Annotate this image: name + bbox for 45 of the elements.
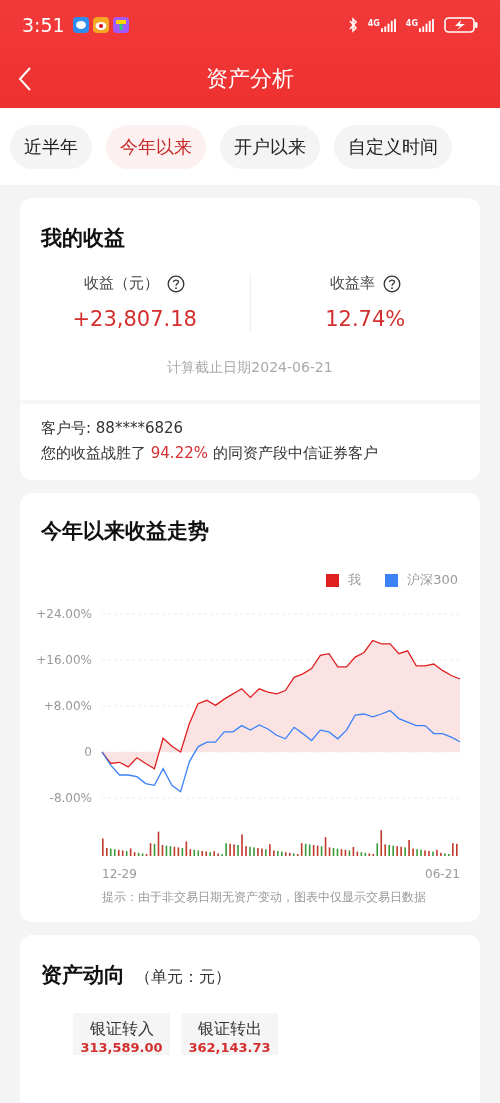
network-label: 4G <box>405 18 418 28</box>
metric-value: 12.74% <box>325 307 406 331</box>
chart-note: 提示：由于非交易日期无资产变动，图表中仅显示交易日数据 <box>101 889 427 906</box>
y-tick-label: +24.00% <box>36 607 92 621</box>
legend-label: 沪深300 <box>407 571 458 589</box>
card-title: 我的收益 <box>39 225 126 252</box>
tile-value: 362,143.73 <box>188 1040 271 1055</box>
tile-value: 313,589.00 <box>80 1040 163 1055</box>
help-icon[interactable] <box>167 274 186 293</box>
flow-tile[interactable]: 银证转入 313,589.00 <box>73 1013 170 1055</box>
y-tick-label: +16.00% <box>36 653 92 667</box>
page-title: 资产分析 <box>206 65 294 93</box>
help-icon[interactable] <box>382 274 401 293</box>
app-icon <box>112 17 129 33</box>
flow-tile[interactable]: 银证转出 362,143.73 <box>181 1013 278 1055</box>
signal-icon <box>419 18 434 32</box>
unit-label: （单元：元） <box>135 967 231 988</box>
battery-icon <box>444 17 478 33</box>
tile-label: 银证转出 <box>197 1019 262 1040</box>
y-tick-label: 0 <box>84 745 92 759</box>
customer-id: 客户号: 88****6826 <box>40 418 185 439</box>
signal-icon <box>380 18 396 32</box>
metric-label: 收益率 <box>329 274 375 293</box>
metric-value: +23,807.18 <box>72 307 197 331</box>
legend-label: 我 <box>348 571 362 589</box>
y-tick-label: +8.00% <box>43 699 92 713</box>
period-tab[interactable]: 今年以来 <box>106 124 206 169</box>
ranking-text: 您的收益战胜了 94.22% 的同资产段中信证券客户 <box>40 443 379 464</box>
network-label: 4G <box>367 18 380 28</box>
status-time: 3:51 <box>22 14 65 36</box>
message-app-icon <box>72 17 89 33</box>
period-tab[interactable]: 自定义时间 <box>334 124 452 169</box>
x-tick-label: 12-29 <box>102 867 137 881</box>
metric-label: 收益（元） <box>84 274 160 293</box>
bluetooth-icon <box>347 17 358 33</box>
x-tick-label: 06-21 <box>425 867 460 881</box>
back-icon[interactable] <box>18 66 32 92</box>
card-title: 今年以来收益走势 <box>40 518 210 545</box>
tile-label: 银证转入 <box>89 1019 154 1040</box>
period-tab[interactable]: 开户以来 <box>220 124 320 169</box>
y-tick-label: -8.00% <box>49 791 92 805</box>
period-tab[interactable]: 近半年 <box>10 124 92 169</box>
as-of-date: 计算截止日期2024-06-21 <box>166 359 334 377</box>
card-title: 资产动向 <box>41 962 125 989</box>
eye-app-icon <box>92 17 109 33</box>
